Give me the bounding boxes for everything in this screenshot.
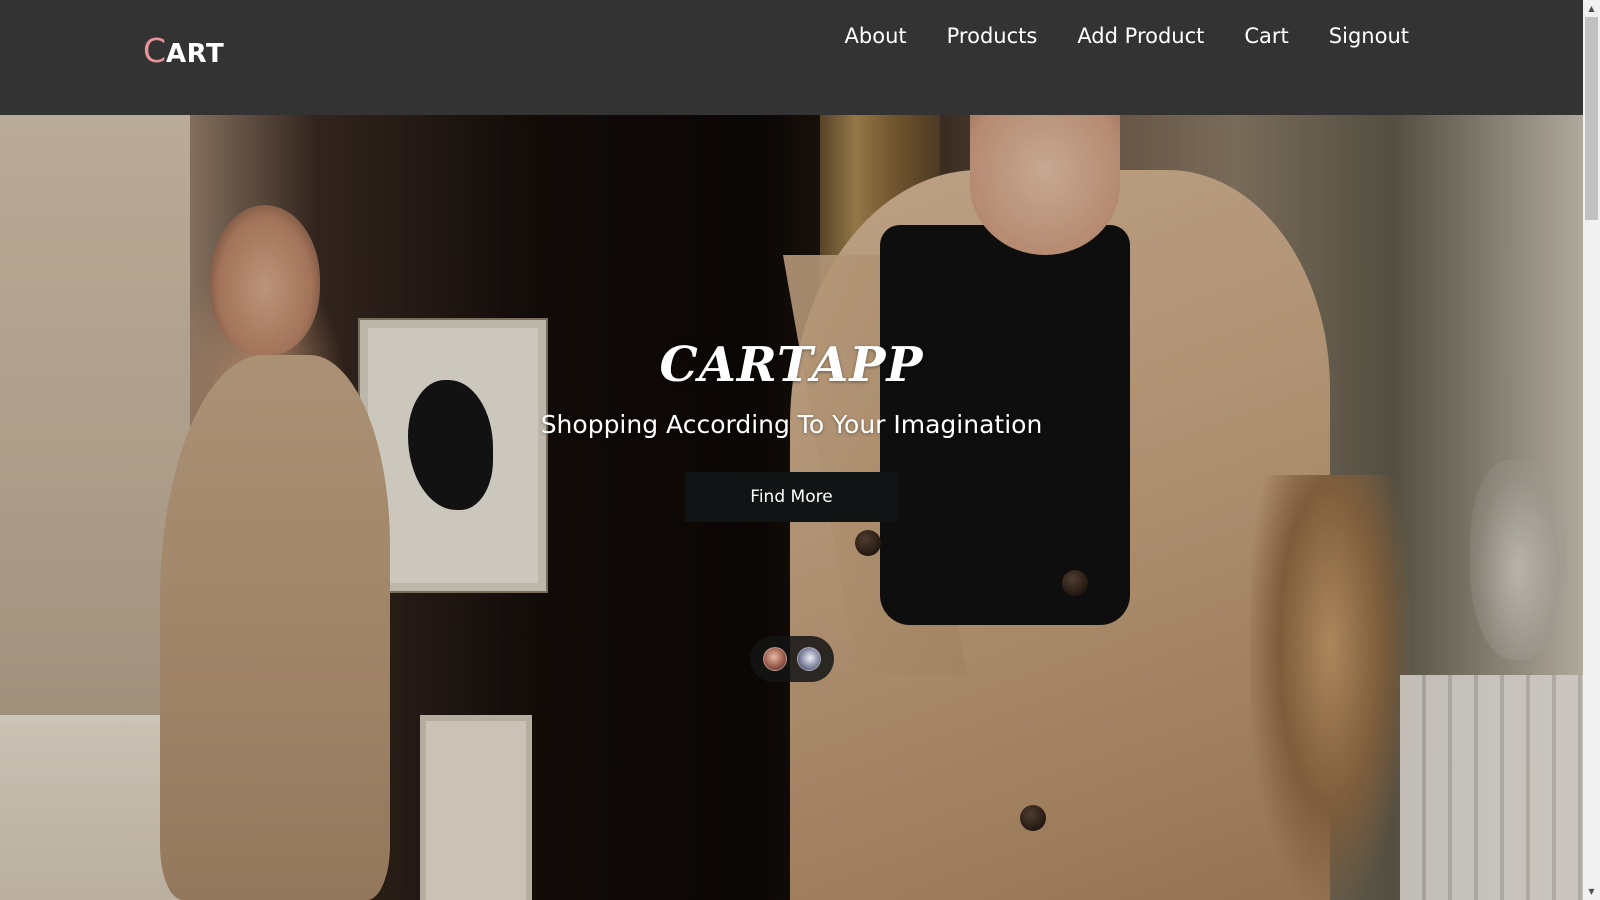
carousel-thumbnail-2[interactable] xyxy=(797,647,821,671)
brand-logo[interactable]: CART xyxy=(143,34,224,67)
brand-logo-initial: C xyxy=(143,31,167,70)
navbar: CART About Products Add Product Cart Sig… xyxy=(0,0,1583,115)
chevron-up-icon[interactable]: ▲ xyxy=(1583,0,1600,17)
hero-banner: CARTAPP Shopping According To Your Imagi… xyxy=(0,115,1583,900)
nav-link-about[interactable]: About xyxy=(845,22,907,50)
nav-link-products[interactable]: Products xyxy=(947,22,1038,50)
nav-link-signout[interactable]: Signout xyxy=(1329,22,1409,50)
hero-subtitle: Shopping According To Your Imagination xyxy=(540,410,1043,439)
brand-logo-text: ART xyxy=(166,39,225,69)
carousel-thumbnail-1[interactable] xyxy=(763,647,787,671)
nav-link-add-product[interactable]: Add Product xyxy=(1077,22,1204,50)
hero-title: CARTAPP xyxy=(659,337,924,393)
page: CART About Products Add Product Cart Sig… xyxy=(0,0,1600,900)
carousel-indicators xyxy=(750,636,834,682)
hero-content: CARTAPP Shopping According To Your Imagi… xyxy=(0,115,1583,900)
nav-link-cart[interactable]: Cart xyxy=(1244,22,1288,50)
vertical-scrollbar[interactable]: ▲ ▼ xyxy=(1583,0,1600,900)
nav-links: About Products Add Product Cart Signout xyxy=(845,22,1409,50)
chevron-down-icon[interactable]: ▼ xyxy=(1583,883,1600,900)
find-more-button[interactable]: Find More xyxy=(685,472,898,522)
scrollbar-thumb[interactable] xyxy=(1585,17,1598,220)
